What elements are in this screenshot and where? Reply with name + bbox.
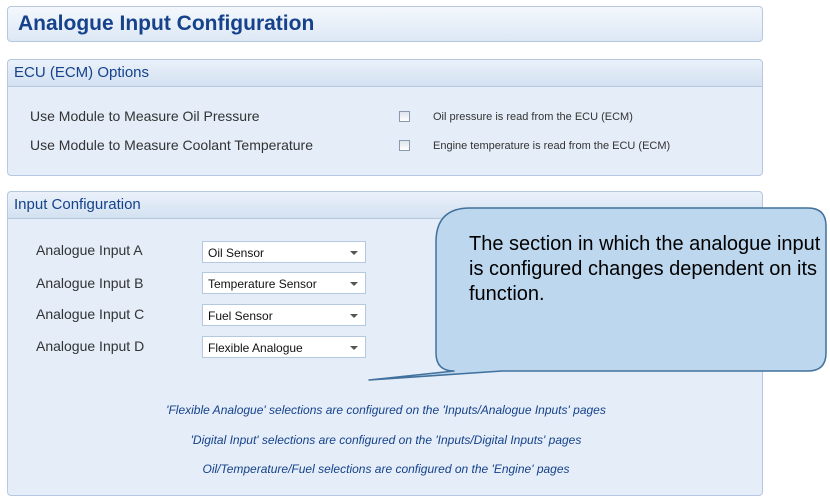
analogue-input-c-value: Fuel Sensor bbox=[208, 309, 273, 323]
input-configuration-header: Input Configuration bbox=[8, 192, 762, 219]
analogue-input-c-label: Analogue Input C bbox=[36, 306, 145, 322]
chevron-down-icon bbox=[350, 282, 358, 286]
input-configuration-title: Input Configuration bbox=[14, 196, 141, 213]
analogue-input-configuration-page: Analogue Input Configuration ECU (ECM) O… bbox=[0, 0, 830, 503]
analogue-input-b-label: Analogue Input B bbox=[36, 275, 144, 291]
chevron-down-icon bbox=[350, 346, 358, 350]
engine-selections-note: Oil/Temperature/Fuel selections are conf… bbox=[202, 462, 570, 476]
oil-pressure-option-label: Use Module to Measure Oil Pressure bbox=[30, 108, 260, 124]
analogue-input-a-value: Oil Sensor bbox=[208, 246, 265, 260]
analogue-input-a-label: Analogue Input A bbox=[36, 242, 143, 258]
analogue-input-d-value: Flexible Analogue bbox=[208, 341, 303, 355]
page-title: Analogue Input Configuration bbox=[18, 12, 315, 35]
analogue-input-d-label: Analogue Input D bbox=[36, 338, 145, 354]
analogue-input-a-select[interactable]: Oil Sensor bbox=[202, 241, 366, 263]
analogue-input-c-select[interactable]: Fuel Sensor bbox=[202, 304, 366, 326]
flexible-analogue-note: 'Flexible Analogue' selections are confi… bbox=[166, 403, 606, 417]
oil-pressure-option-description: Oil pressure is read from the ECU (ECM) bbox=[433, 111, 633, 123]
page-title-bar: Analogue Input Configuration bbox=[7, 6, 763, 42]
coolant-temperature-option-label: Use Module to Measure Coolant Temperatur… bbox=[30, 137, 314, 153]
oil-pressure-checkbox[interactable] bbox=[399, 111, 410, 122]
chevron-down-icon bbox=[350, 251, 358, 255]
analogue-input-d-select[interactable]: Flexible Analogue bbox=[202, 336, 366, 358]
ecu-options-group: ECU (ECM) Options Use Module to Measure … bbox=[7, 59, 763, 176]
digital-input-note: 'Digital Input' selections are configure… bbox=[190, 433, 582, 447]
callout-text: The section in which the analogue input … bbox=[469, 233, 821, 305]
chevron-down-icon bbox=[350, 314, 358, 318]
analogue-input-b-value: Temperature Sensor bbox=[208, 277, 317, 291]
ecu-options-title: ECU (ECM) Options bbox=[14, 64, 150, 81]
ecu-options-header: ECU (ECM) Options bbox=[8, 60, 762, 87]
analogue-input-b-select[interactable]: Temperature Sensor bbox=[202, 272, 366, 294]
coolant-temperature-option-description: Engine temperature is read from the ECU … bbox=[433, 140, 671, 152]
coolant-temperature-checkbox[interactable] bbox=[399, 140, 410, 151]
